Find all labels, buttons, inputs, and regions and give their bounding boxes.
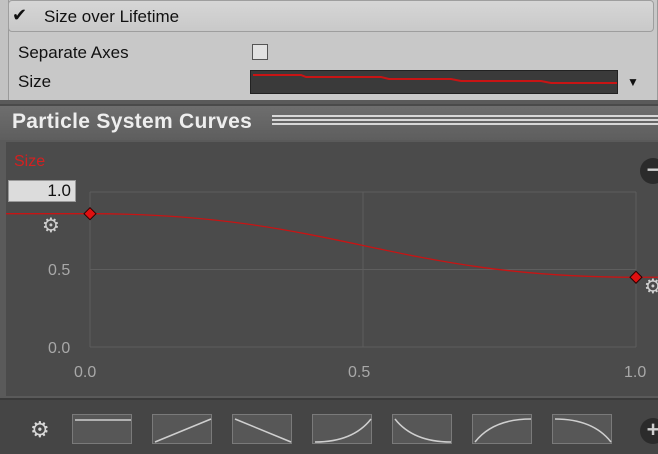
preset-ease-out-down-icon [394,418,452,443]
x-tick-label: 1.0 [624,364,647,381]
gear-icon[interactable]: ⚙ [30,418,50,442]
preset-ease-in-icon [314,418,372,443]
title-drag-grip[interactable] [272,115,658,127]
preset-linear-up-icon [154,418,212,443]
gear-icon[interactable]: ⚙ [42,215,60,237]
preset-flat-icon [75,419,131,421]
preset-ease-out-down[interactable] [392,414,452,444]
preset-linear-down[interactable] [232,414,292,444]
curve-plot-area[interactable] [6,142,658,396]
y-tick-label: 0.0 [48,340,71,357]
size-curve-thumbnail [253,74,617,84]
check-icon[interactable]: ✔ [12,6,30,24]
dropdown-arrow-icon[interactable]: ▼ [627,75,639,89]
preset-flat[interactable] [72,414,132,444]
x-tick-label: 0.0 [74,364,97,381]
max-value-field[interactable]: 1.0 [8,180,76,202]
curve-plot[interactable] [6,142,658,396]
preset-ease-in[interactable] [312,414,372,444]
curves-window-title: Particle System Curves [12,110,253,133]
size-label: Size [18,72,52,91]
curve-key-point[interactable] [83,206,97,221]
size-curve-thumbnail-line [253,74,617,84]
preset-ease-out-up-icon [474,418,532,443]
size-curve-field[interactable] [250,70,618,94]
separate-axes-checkbox[interactable] [252,44,268,60]
y-tick-label: 0.5 [48,262,71,279]
gear-icon[interactable]: ⚙ [644,276,658,298]
curve-name-label: Size [14,153,46,170]
curve-key-point[interactable] [629,270,643,284]
preset-ease-in-down-icon [554,418,612,443]
preset-ease-out-up[interactable] [472,414,532,444]
preset-ease-in-down[interactable] [552,414,612,444]
separate-axes-label: Separate Axes [18,43,129,62]
preset-linear-up[interactable] [152,414,212,444]
preset-linear-down-icon [234,418,292,443]
module-title[interactable]: Size over Lifetime [44,7,179,27]
x-tick-label: 0.5 [348,364,371,381]
